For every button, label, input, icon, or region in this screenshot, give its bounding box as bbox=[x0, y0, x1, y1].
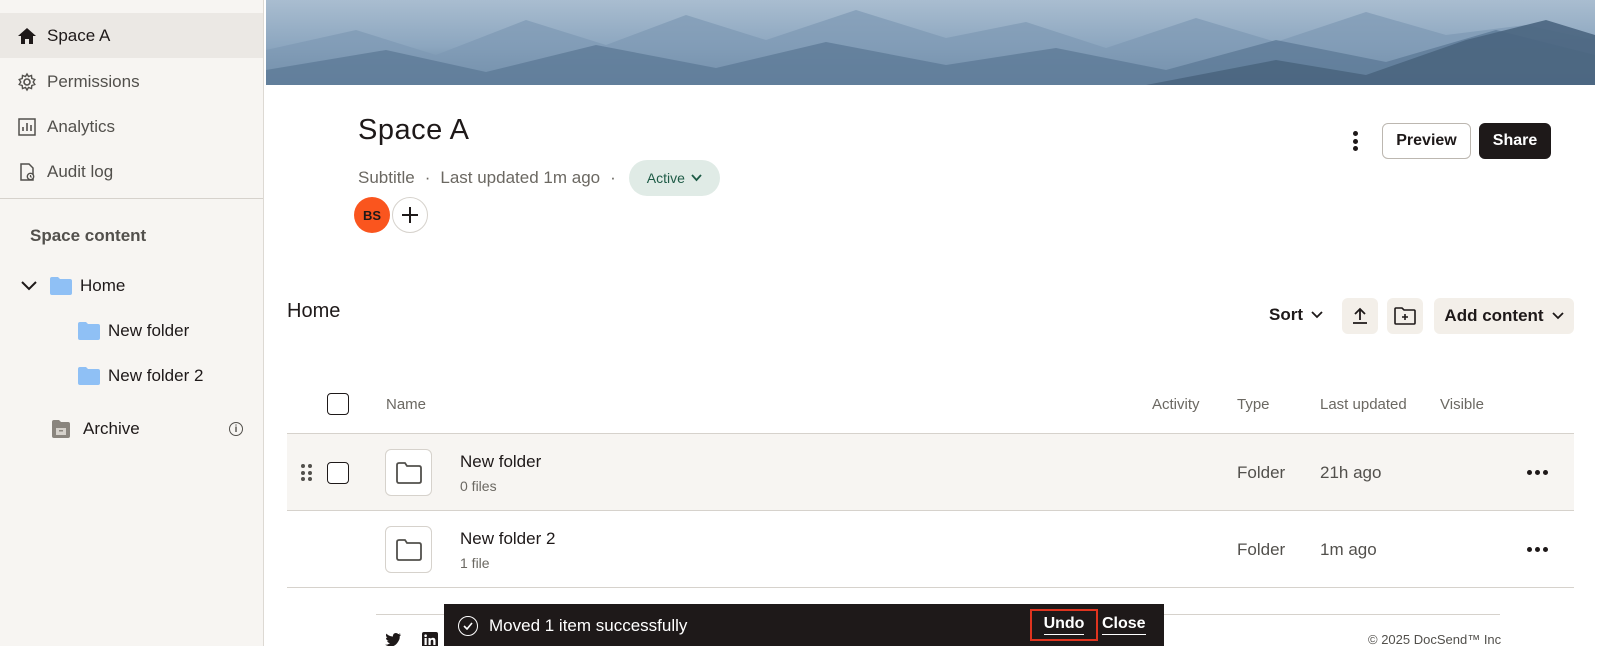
add-member-button[interactable] bbox=[392, 197, 428, 233]
separator-dot: · bbox=[424, 168, 431, 187]
status-dropdown[interactable]: Active bbox=[628, 160, 720, 196]
folder-title: Home bbox=[287, 300, 341, 322]
more-options-button[interactable] bbox=[1345, 128, 1365, 154]
row-name[interactable]: New folder bbox=[460, 452, 541, 472]
copyright-text: © 2025 DocSend™ Inc bbox=[1368, 632, 1502, 646]
folder-icon bbox=[395, 461, 422, 484]
folder-plus-icon bbox=[1394, 307, 1416, 325]
separator-dot: · bbox=[610, 168, 616, 187]
column-name[interactable]: Name bbox=[386, 396, 426, 413]
space-meta: Subtitle · Last updated 1m ago · Active bbox=[358, 160, 720, 196]
table-header: Name Activity Type Last updated Visible bbox=[287, 380, 1574, 434]
home-icon bbox=[16, 25, 38, 47]
folder-thumbnail bbox=[385, 526, 432, 573]
toast-message: Moved 1 item successfully bbox=[489, 616, 688, 635]
gear-icon bbox=[16, 71, 38, 93]
audit-log-icon bbox=[16, 161, 38, 183]
add-content-button[interactable]: Add content bbox=[1434, 298, 1574, 334]
share-button[interactable]: Share bbox=[1479, 123, 1551, 159]
tree-item-label: New folder 2 bbox=[108, 366, 204, 385]
sidebar-item-label: Permissions bbox=[47, 71, 140, 91]
row-file-count: 0 files bbox=[460, 478, 497, 494]
table-row[interactable]: New folder 0 files Folder 21h ago bbox=[287, 434, 1574, 511]
row-type: Folder bbox=[1237, 463, 1286, 482]
sidebar-divider bbox=[0, 198, 263, 199]
toast-notification: Moved 1 item successfully Undo Close bbox=[444, 604, 1164, 646]
preview-button[interactable]: Preview bbox=[1382, 123, 1471, 159]
chevron-down-icon bbox=[1551, 312, 1564, 320]
status-label: Active bbox=[646, 170, 685, 186]
row-more-button[interactable] bbox=[1527, 547, 1548, 552]
page-title: Space A bbox=[358, 114, 470, 146]
row-type: Folder bbox=[1237, 540, 1286, 559]
undo-button[interactable]: Undo bbox=[1030, 609, 1098, 641]
chart-icon bbox=[16, 116, 38, 138]
tree-item-label: New folder bbox=[108, 321, 190, 340]
space-banner-image bbox=[266, 0, 1595, 85]
subtitle[interactable]: Subtitle bbox=[358, 168, 415, 188]
row-file-count: 1 file bbox=[460, 555, 490, 571]
tree-item-home[interactable]: Home bbox=[20, 271, 125, 301]
twitter-icon[interactable] bbox=[384, 632, 402, 646]
tree-item-archive[interactable]: Archive bbox=[51, 414, 140, 444]
row-last-updated: 1m ago bbox=[1320, 540, 1377, 559]
folder-icon bbox=[78, 367, 100, 385]
upload-icon bbox=[1353, 307, 1367, 324]
column-last-updated[interactable]: Last updated bbox=[1320, 396, 1407, 413]
chevron-down-icon[interactable] bbox=[20, 280, 40, 292]
sidebar-item-analytics[interactable]: Analytics bbox=[0, 104, 263, 149]
plus-icon bbox=[402, 207, 418, 223]
chevron-down-icon bbox=[691, 174, 702, 182]
linkedin-icon[interactable] bbox=[421, 632, 439, 646]
sidebar: Space A Permissions Analytics Audit log … bbox=[0, 0, 264, 646]
column-type[interactable]: Type bbox=[1237, 396, 1270, 413]
sort-dropdown[interactable]: Sort bbox=[1269, 305, 1323, 325]
sidebar-item-audit-log[interactable]: Audit log bbox=[0, 149, 263, 194]
close-button[interactable]: Close bbox=[1102, 615, 1146, 635]
sidebar-item-label: Analytics bbox=[47, 116, 116, 136]
sidebar-item-permissions[interactable]: Permissions bbox=[0, 59, 263, 104]
tree-item-new-folder[interactable]: New folder bbox=[78, 316, 189, 346]
column-activity[interactable]: Activity bbox=[1152, 396, 1200, 413]
undo-label: Undo bbox=[1043, 615, 1085, 635]
sort-label: Sort bbox=[1269, 305, 1303, 324]
tree-item-new-folder-2[interactable]: New folder 2 bbox=[78, 361, 203, 391]
sidebar-item-label: Audit log bbox=[47, 161, 114, 181]
tree-item-label: Archive bbox=[83, 419, 140, 438]
column-visible[interactable]: Visible bbox=[1440, 396, 1484, 413]
row-checkbox[interactable] bbox=[327, 462, 349, 484]
tree-item-label: Home bbox=[80, 276, 126, 295]
folder-thumbnail bbox=[385, 449, 432, 496]
sidebar-item-label: Space A bbox=[47, 25, 111, 45]
row-more-button[interactable] bbox=[1527, 470, 1548, 475]
folder-icon bbox=[50, 277, 72, 295]
last-updated: Last updated 1m ago bbox=[440, 168, 601, 187]
space-content-heading: Space content bbox=[30, 226, 147, 245]
info-icon[interactable]: i bbox=[229, 422, 243, 436]
row-name[interactable]: New folder 2 bbox=[460, 529, 555, 549]
folder-icon bbox=[395, 538, 422, 561]
row-last-updated: 21h ago bbox=[1320, 463, 1382, 482]
folder-icon bbox=[78, 322, 100, 340]
add-content-label: Add content bbox=[1444, 306, 1544, 325]
select-all-checkbox[interactable] bbox=[327, 393, 349, 415]
drag-handle-icon[interactable] bbox=[301, 464, 313, 482]
upload-button[interactable] bbox=[1342, 298, 1378, 334]
chevron-down-icon bbox=[1311, 311, 1323, 319]
archive-icon bbox=[52, 420, 70, 438]
check-circle-icon bbox=[458, 616, 478, 636]
sidebar-item-space-a[interactable]: Space A bbox=[0, 13, 263, 58]
table-row[interactable]: New folder 2 1 file Folder 1m ago bbox=[287, 511, 1574, 588]
new-folder-button[interactable] bbox=[1387, 298, 1423, 334]
avatar[interactable]: BS bbox=[354, 197, 390, 233]
